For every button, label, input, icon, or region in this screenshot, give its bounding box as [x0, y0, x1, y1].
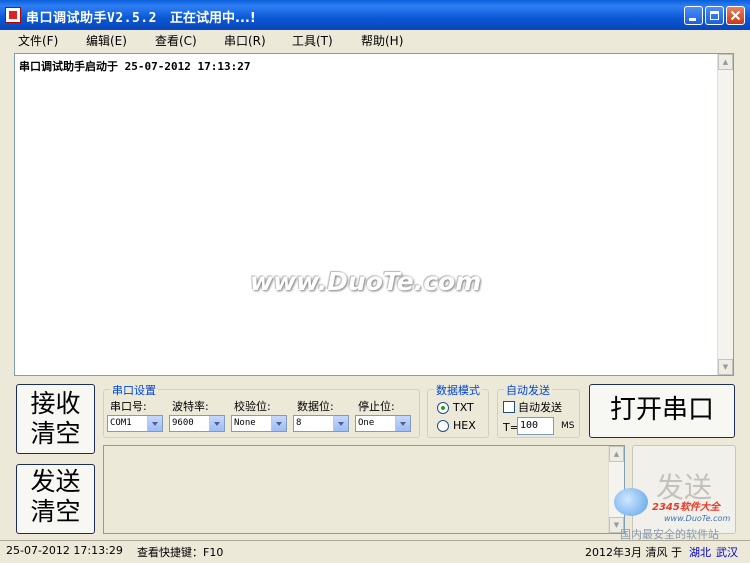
chevron-down-icon[interactable] [395, 416, 410, 431]
menu-help[interactable]: 帮助(H) [361, 32, 403, 49]
scroll-up-button[interactable]: ▲ [609, 446, 624, 462]
status-author: 2012年3月 清风 于 [585, 546, 682, 559]
title-bar[interactable]: 串口调试助手V2.5.2 正在试用中...! [0, 0, 750, 31]
hex-radio[interactable] [437, 420, 449, 432]
menu-bar: 文件(F) 编辑(E) 查看(C) 串口(R) 工具(T) 帮助(H) [0, 30, 750, 50]
txt-radio-label[interactable]: TXT [453, 401, 474, 414]
interval-input[interactable]: 100 [517, 417, 554, 435]
hex-radio-label[interactable]: HEX [453, 419, 476, 432]
watermark-text: www.DuoTe.com [250, 267, 482, 296]
databits-label: 数据位: [297, 400, 334, 413]
clear-send-label-line1: 发送 [30, 467, 81, 496]
chevron-down-icon[interactable] [333, 416, 348, 431]
stopbits-label: 停止位: [358, 400, 395, 413]
app-icon [5, 7, 21, 23]
parity-select[interactable]: None [231, 415, 287, 432]
auto-send-title: 自动发送 [504, 382, 552, 398]
menu-file[interactable]: 文件(F) [18, 32, 58, 49]
receive-textarea[interactable]: 串口调试助手启动于 25-07-2012 17:13:27 ▲ ▼ [14, 53, 734, 376]
clear-receive-label-line1: 接收 [30, 389, 81, 418]
port-value: COM1 [110, 418, 132, 428]
scroll-up-button[interactable]: ▲ [718, 54, 733, 70]
chevron-down-icon[interactable] [147, 416, 162, 431]
minimize-icon [689, 18, 696, 21]
databits-value: 8 [296, 418, 302, 428]
port-label: 串口号: [110, 400, 147, 413]
baud-label: 波特率: [172, 400, 209, 413]
chevron-down-icon[interactable] [209, 416, 224, 431]
corner-watermark-logo: 2345软件大全 www.DuoTe.com 国内最安全的软件站 [612, 488, 750, 541]
databits-select[interactable]: 8 [293, 415, 349, 432]
status-shortcut: 查看快捷键：F10 [137, 546, 224, 559]
open-port-button[interactable]: 打开串口 [589, 384, 735, 438]
chevron-down-icon[interactable] [271, 416, 286, 431]
menu-view[interactable]: 查看(C) [155, 32, 197, 49]
clear-send-label-line2: 清空 [30, 497, 81, 526]
receive-log-line: 串口调试助手启动于 25-07-2012 17:13:27 [19, 60, 251, 73]
window-title: 串口调试助手V2.5.2 [26, 11, 157, 26]
close-icon [730, 10, 741, 21]
clear-receive-button[interactable]: 接收 清空 [16, 384, 95, 454]
send-textarea[interactable]: ▲ ▼ [103, 445, 625, 534]
logo-site-name: 2345软件大全 [652, 502, 720, 513]
menu-tools[interactable]: 工具(T) [292, 32, 333, 49]
interval-unit: MS [561, 421, 575, 431]
clear-receive-label-line2: 清空 [30, 419, 81, 448]
clear-send-button[interactable]: 发送 清空 [16, 464, 95, 534]
menu-edit[interactable]: 编辑(E) [86, 32, 127, 49]
txt-radio[interactable] [437, 402, 449, 414]
menu-port[interactable]: 串口(R) [224, 32, 266, 49]
data-mode-title: 数据模式 [434, 382, 482, 398]
auto-send-checkbox-label[interactable]: 自动发送 [518, 399, 562, 415]
receive-scrollbar[interactable]: ▲ ▼ [717, 54, 733, 375]
status-datetime: 25-07-2012 17:13:29 [6, 544, 123, 557]
baud-value: 9600 [172, 418, 194, 428]
status-province-link[interactable]: 湖北 [689, 544, 711, 560]
minimize-button[interactable] [684, 6, 703, 25]
auto-send-checkbox[interactable] [503, 401, 515, 413]
scroll-down-button[interactable]: ▼ [718, 359, 733, 375]
maximize-button[interactable] [705, 6, 724, 25]
stopbits-select[interactable]: One [355, 415, 411, 432]
status-bar: 25-07-2012 17:13:29 查看快捷键：F10 2012年3月 清风… [0, 540, 750, 563]
port-select[interactable]: COM1 [107, 415, 163, 432]
baud-select[interactable]: 9600 [169, 415, 225, 432]
close-button[interactable] [726, 6, 745, 25]
port-settings-title: 串口设置 [110, 382, 158, 398]
mascot-icon [614, 488, 648, 516]
parity-label: 校验位: [234, 400, 271, 413]
logo-site-url: www.DuoTe.com [664, 514, 731, 523]
status-city-link[interactable]: 武汉 [716, 544, 738, 560]
trial-status: 正在试用中...! [170, 11, 256, 26]
parity-value: None [234, 418, 256, 428]
stopbits-value: One [358, 418, 375, 428]
maximize-icon [710, 11, 719, 20]
